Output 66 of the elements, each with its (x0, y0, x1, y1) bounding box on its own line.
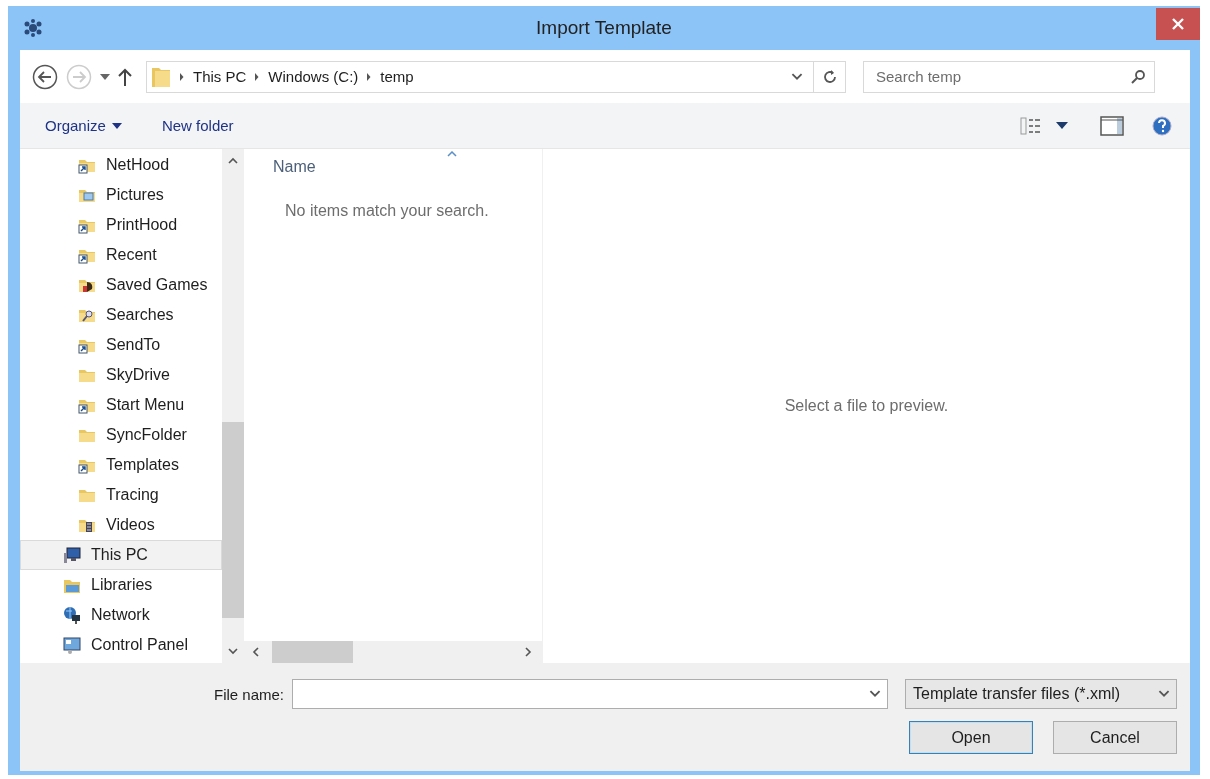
nav-tree-item[interactable]: This PC (20, 540, 222, 570)
organize-menu-button[interactable]: Organize (45, 113, 122, 138)
nav-tree-item[interactable]: SendTo (20, 330, 222, 360)
refresh-button[interactable] (814, 60, 846, 93)
nav-tree-item[interactable]: Recent (20, 240, 222, 270)
breadcrumb-item[interactable]: Windows (C:) (268, 68, 359, 85)
dropdown-caret-icon (1056, 122, 1068, 129)
nav-tree-item[interactable]: Videos (20, 510, 222, 540)
close-button[interactable] (1156, 8, 1200, 40)
app-logo-icon (22, 18, 44, 38)
breadcrumb-separator-icon (254, 72, 261, 81)
empty-message: No items match your search. (285, 202, 490, 220)
breadcrumb-item[interactable]: This PC (193, 68, 247, 85)
dropdown-caret-icon (111, 122, 122, 129)
up-button[interactable] (118, 67, 132, 86)
new-folder-button[interactable]: New folder (161, 113, 234, 138)
help-icon (1152, 115, 1172, 136)
back-button[interactable] (32, 63, 58, 90)
dropdown-chevron-icon (1158, 690, 1170, 698)
nav-tree-item[interactable]: SyncFolder (20, 420, 222, 450)
preview-pane-button[interactable] (1100, 115, 1124, 136)
breadcrumb-item[interactable]: temp (380, 68, 414, 85)
nav-tree-item[interactable]: Tracing (20, 480, 222, 510)
address-bar[interactable]: This PC Windows (C:) temp (146, 60, 814, 93)
open-button[interactable]: Open (909, 721, 1033, 754)
cancel-button[interactable]: Cancel (1053, 721, 1177, 754)
recent-locations-button[interactable] (100, 73, 110, 80)
search-icon (1130, 68, 1146, 85)
preview-message: Select a file to preview. (784, 397, 949, 415)
nav-tree-item[interactable]: SkyDrive (20, 360, 222, 390)
file-name-label: File name: (213, 685, 284, 703)
nav-tree-item[interactable]: Control Panel (20, 630, 222, 660)
close-icon (1171, 17, 1185, 31)
pc-icon (63, 546, 81, 564)
scrollbar-thumb[interactable] (222, 422, 244, 618)
scrollbar-thumb[interactable] (272, 641, 353, 663)
details-view-icon (1020, 116, 1042, 135)
help-button[interactable] (1152, 115, 1172, 136)
dropdown-chevron-icon (869, 690, 881, 698)
nav-tree-item[interactable]: Searches (20, 300, 222, 330)
scroll-down-icon[interactable] (228, 648, 238, 655)
nav-tree-item[interactable]: PrintHood (20, 210, 222, 240)
preview-pane-icon (1100, 115, 1124, 136)
window-title: Import Template (536, 17, 672, 38)
column-header[interactable]: Name (273, 158, 542, 176)
search-field[interactable]: Search temp (863, 60, 1155, 93)
nav-tree-item[interactable]: Start Menu (20, 390, 222, 420)
nav-tree-item[interactable]: Templates (20, 450, 222, 480)
up-arrow-icon (118, 67, 132, 86)
control-panel-icon (63, 636, 81, 654)
vertical-scrollbar[interactable] (222, 149, 244, 663)
file-name-field[interactable] (292, 679, 888, 709)
nav-tree-item[interactable]: Libraries (20, 570, 222, 600)
refresh-icon (821, 68, 838, 85)
network-icon (63, 606, 81, 624)
breadcrumb-separator-icon (179, 72, 185, 81)
view-options-button[interactable] (1020, 116, 1068, 135)
file-type-dropdown[interactable]: Template transfer files (*.xml) (905, 679, 1177, 709)
nav-tree-item[interactable]: NetHood (20, 150, 222, 180)
nav-tree-item[interactable]: Saved Games (20, 270, 222, 300)
dropdown-chevron-icon (791, 72, 803, 81)
scroll-up-icon[interactable] (228, 157, 238, 164)
dropdown-caret-icon (100, 73, 110, 80)
breadcrumb-separator-icon (366, 72, 373, 81)
nav-tree-item[interactable]: Network (20, 600, 222, 630)
nav-tree-item[interactable]: Pictures (20, 180, 222, 210)
